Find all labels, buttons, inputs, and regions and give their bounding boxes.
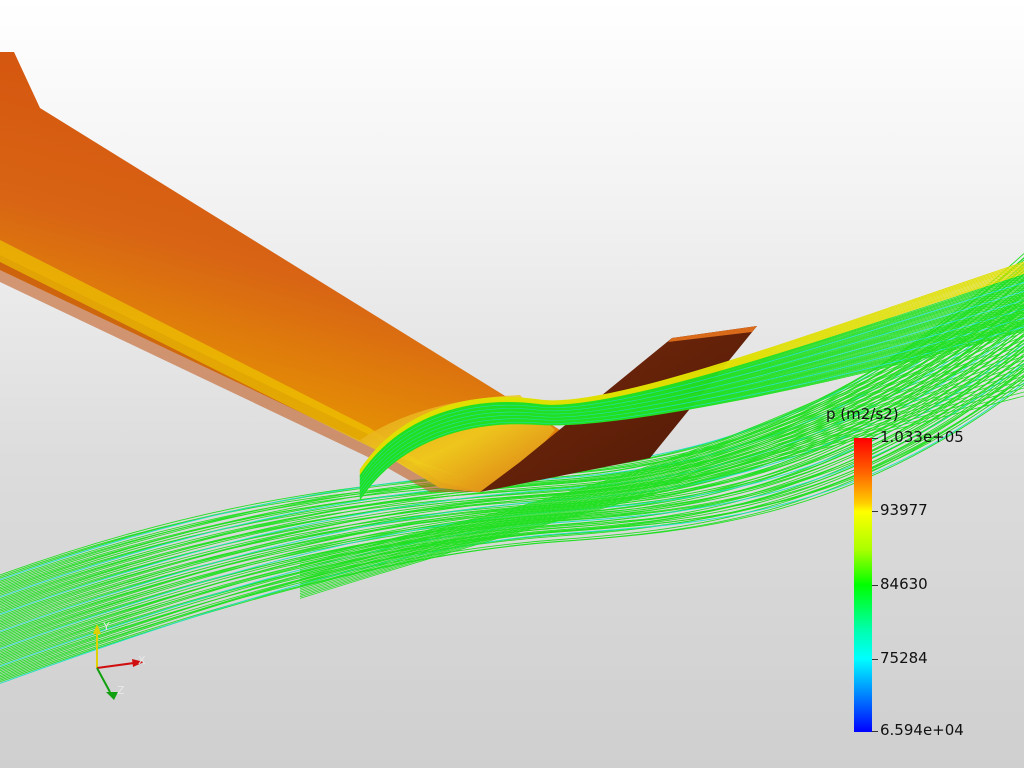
z-axis-label: Z [117, 684, 125, 697]
x-axis-label: X [138, 654, 146, 667]
z-axis-line [96, 667, 111, 693]
render-viewport[interactable]: Y X Z p (m2/s2) 1.033e+05 93977 84630 75… [0, 0, 1024, 768]
legend-colorbar [854, 438, 872, 732]
y-axis-label: Y [103, 620, 110, 633]
legend-tick [872, 731, 878, 732]
legend-label: 93977 [880, 501, 928, 519]
legend-tick [872, 585, 878, 586]
x-axis-line [96, 662, 135, 669]
legend-tick [872, 438, 878, 439]
legend-tick [872, 511, 878, 512]
legend-min-label: 6.594e+04 [880, 721, 964, 739]
legend-max-label: 1.033e+05 [880, 428, 964, 446]
legend-label: 84630 [880, 575, 928, 593]
legend-tick [872, 659, 878, 660]
legend-title: p (m2/s2) [826, 405, 899, 423]
legend-label: 75284 [880, 649, 928, 667]
